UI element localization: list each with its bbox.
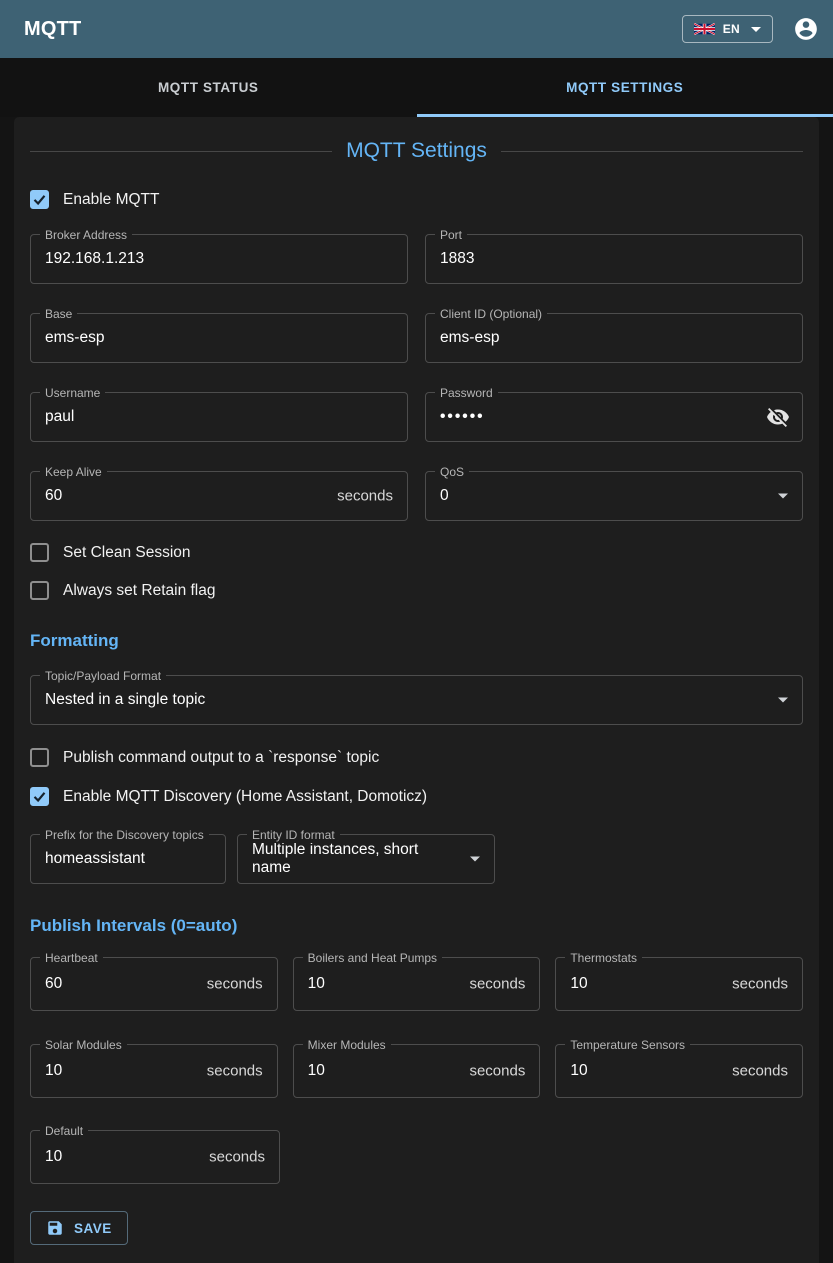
- clean-session-checkbox[interactable]: [30, 543, 49, 562]
- qos-label: QoS: [435, 464, 469, 480]
- tab-bar: MQTT STATUS MQTT SETTINGS: [0, 58, 833, 117]
- tab-mqtt-status-label: MQTT STATUS: [158, 80, 259, 95]
- default-interval-field: Default seconds: [30, 1130, 280, 1184]
- title-divider-left: [30, 151, 332, 152]
- mixer-modules-field: Mixer Modules seconds: [293, 1044, 541, 1098]
- temperature-sensors-label: Temperature Sensors: [565, 1037, 690, 1053]
- thermostats-label: Thermostats: [565, 950, 642, 966]
- tab-mqtt-settings[interactable]: MQTT SETTINGS: [417, 58, 833, 117]
- publish-response-row[interactable]: Publish command output to a `response` t…: [30, 748, 803, 767]
- uk-flag-icon: [694, 23, 715, 35]
- language-label: EN: [723, 22, 740, 36]
- retain-flag-checkbox[interactable]: [30, 581, 49, 600]
- enable-mqtt-row[interactable]: Enable MQTT: [30, 190, 803, 209]
- base-label: Base: [40, 306, 77, 322]
- password-label: Password: [435, 385, 498, 401]
- mqtt-discovery-label: Enable MQTT Discovery (Home Assistant, D…: [63, 788, 427, 806]
- keep-alive-label: Keep Alive: [40, 464, 107, 480]
- discovery-prefix-label: Prefix for the Discovery topics: [40, 827, 209, 843]
- publish-response-checkbox[interactable]: [30, 748, 49, 767]
- client-id-label: Client ID (Optional): [435, 306, 547, 322]
- broker-address-field: Broker Address: [30, 234, 408, 284]
- username-label: Username: [40, 385, 105, 401]
- page-title-row: MQTT Settings: [30, 139, 803, 163]
- dropdown-arrow-icon: [778, 494, 788, 499]
- boilers-label: Boilers and Heat Pumps: [303, 950, 442, 966]
- mqtt-discovery-checkbox[interactable]: [30, 787, 49, 806]
- connection-fields-grid: Broker Address Port Base Client ID (Opti…: [30, 234, 803, 521]
- retain-flag-label: Always set Retain flag: [63, 582, 216, 600]
- save-icon: [46, 1219, 64, 1237]
- settings-card: MQTT Settings Enable MQTT Broker Address…: [14, 117, 819, 1263]
- active-tab-indicator: [417, 114, 833, 117]
- tab-mqtt-settings-label: MQTT SETTINGS: [566, 80, 683, 95]
- topic-format-label: Topic/Payload Format: [40, 668, 166, 684]
- clean-session-row[interactable]: Set Clean Session: [30, 543, 803, 562]
- broker-address-label: Broker Address: [40, 227, 132, 243]
- heartbeat-field: Heartbeat seconds: [30, 957, 278, 1011]
- solar-modules-field: Solar Modules seconds: [30, 1044, 278, 1098]
- intervals-grid: Heartbeat seconds Boilers and Heat Pumps…: [30, 957, 803, 1098]
- entity-id-format-value: Multiple instances, short name: [238, 841, 494, 877]
- entity-id-format-label: Entity ID format: [247, 827, 340, 843]
- enable-mqtt-checkbox[interactable]: [30, 190, 49, 209]
- formatting-heading: Formatting: [30, 631, 803, 651]
- temperature-sensors-field: Temperature Sensors seconds: [555, 1044, 803, 1098]
- base-input[interactable]: [31, 314, 407, 362]
- save-button-label: SAVE: [74, 1221, 112, 1236]
- topic-format-select[interactable]: Topic/Payload Format Nested in a single …: [30, 675, 803, 725]
- visibility-off-icon[interactable]: [766, 405, 790, 429]
- dropdown-arrow-icon: [778, 698, 788, 703]
- base-field: Base: [30, 313, 408, 363]
- title-divider-right: [501, 151, 803, 152]
- port-input[interactable]: [426, 235, 802, 283]
- publish-intervals-heading: Publish Intervals (0=auto): [30, 916, 803, 936]
- qos-value: 0: [426, 487, 463, 505]
- chevron-down-icon: [751, 27, 761, 32]
- dropdown-arrow-icon: [470, 857, 480, 862]
- discovery-prefix-field: Prefix for the Discovery topics: [30, 834, 226, 884]
- clean-session-label: Set Clean Session: [63, 544, 191, 562]
- mqtt-discovery-row[interactable]: Enable MQTT Discovery (Home Assistant, D…: [30, 787, 803, 806]
- solar-modules-label: Solar Modules: [40, 1037, 127, 1053]
- topic-format-value: Nested in a single topic: [31, 691, 219, 709]
- qos-select[interactable]: QoS 0: [425, 471, 803, 521]
- save-button[interactable]: SAVE: [30, 1211, 128, 1245]
- publish-response-label: Publish command output to a `response` t…: [63, 749, 379, 767]
- tab-mqtt-status[interactable]: MQTT STATUS: [0, 58, 417, 117]
- app-bar: MQTT EN: [0, 0, 833, 58]
- username-field: Username: [30, 392, 408, 442]
- client-id-field: Client ID (Optional): [425, 313, 803, 363]
- discovery-fields-row: Prefix for the Discovery topics Entity I…: [30, 834, 803, 884]
- mixer-modules-label: Mixer Modules: [303, 1037, 391, 1053]
- retain-flag-row[interactable]: Always set Retain flag: [30, 581, 803, 600]
- port-label: Port: [435, 227, 467, 243]
- account-icon[interactable]: [793, 16, 819, 42]
- default-interval-label: Default: [40, 1123, 88, 1139]
- boilers-field: Boilers and Heat Pumps seconds: [293, 957, 541, 1011]
- keep-alive-field: Keep Alive seconds: [30, 471, 408, 521]
- default-interval-row: Default seconds: [30, 1130, 280, 1184]
- thermostats-field: Thermostats seconds: [555, 957, 803, 1011]
- page-title: MQTT Settings: [346, 139, 487, 163]
- language-selector-button[interactable]: EN: [682, 15, 773, 43]
- enable-mqtt-label: Enable MQTT: [63, 191, 159, 209]
- entity-id-format-select[interactable]: Entity ID format Multiple instances, sho…: [237, 834, 495, 884]
- password-field: Password: [425, 392, 803, 442]
- app-title: MQTT: [24, 18, 81, 41]
- port-field: Port: [425, 234, 803, 284]
- heartbeat-label: Heartbeat: [40, 950, 103, 966]
